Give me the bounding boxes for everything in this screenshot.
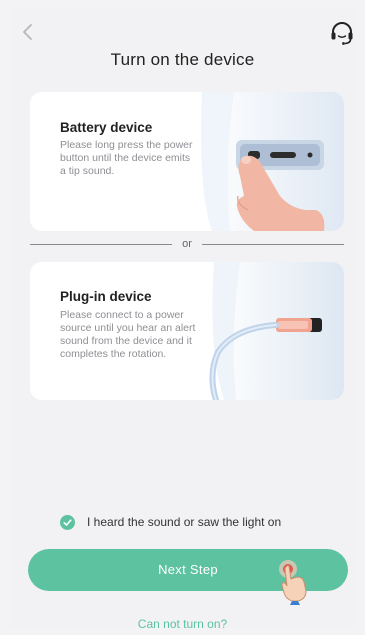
battery-device-title: Battery device [60, 120, 153, 135]
or-divider: or [30, 238, 344, 252]
confirm-label: I heard the sound or saw the light on [87, 515, 282, 529]
divider-label: or [182, 238, 192, 250]
plugin-device-description: Please connect to a power source until y… [60, 309, 196, 360]
headset-icon[interactable] [329, 20, 355, 46]
battery-device-illustration [201, 92, 344, 231]
battery-device-card[interactable]: Battery device Please long press the pow… [30, 92, 344, 231]
battery-device-description: Please long press the power button until… [60, 139, 193, 177]
confirm-checkbox-row[interactable]: I heard the sound or saw the light on [60, 512, 281, 532]
plugin-device-title: Plug-in device [60, 289, 152, 304]
check-circle-icon[interactable] [60, 514, 75, 530]
plugin-device-card[interactable]: Plug-in device Please connect to a power… [30, 262, 344, 400]
tap-hand-icon [279, 560, 307, 605]
divider-line-right [202, 244, 344, 245]
plugin-device-illustration [209, 262, 344, 400]
divider-line-left [30, 244, 172, 245]
cannot-turn-on-link[interactable]: Can not turn on? [0, 617, 365, 631]
page-title: Turn on the device [110, 50, 255, 69]
chevron-left-icon[interactable] [20, 22, 36, 42]
